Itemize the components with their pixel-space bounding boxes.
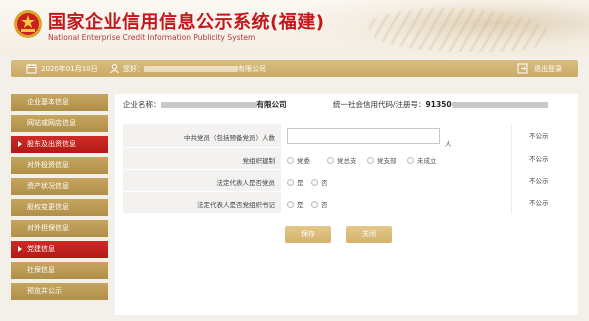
radio-yes[interactable]: 是 — [287, 199, 304, 209]
company-name: 企业名称： 有限公司 — [123, 99, 287, 110]
company-name-suffix: 有限公司 — [256, 100, 287, 109]
org-structure-label: 党组织建制 — [242, 157, 276, 165]
company-info-row: 企业名称： 有限公司 统一社会信用代码/注册号：91350 — [123, 99, 573, 113]
party-members-input[interactable] — [287, 128, 440, 144]
sidebar-nav: 企业基本信息 网站或网店信息 股东及出资信息 对外投资信息 资产状况信息 股权变… — [11, 94, 108, 304]
rep-party-secretary-label: 法定代表人是否党组织书记 — [197, 201, 275, 209]
radio-general-branch[interactable]: 党总支 — [327, 155, 357, 165]
greeting-prefix: 您好： — [123, 65, 144, 73]
masked-company — [160, 102, 257, 108]
logout-link[interactable]: 退出登录 — [534, 64, 562, 74]
radio-yes[interactable]: 是 — [287, 177, 304, 187]
arrow-right-icon — [18, 141, 22, 147]
visibility-status: 不公示 — [511, 192, 571, 214]
greeting-suffix: 有限公司 — [238, 65, 266, 73]
calendar-icon — [26, 64, 37, 74]
party-info-form: 中共党员（包括预备党员）人数 人 不公示 党组织建制 党委 党总支 党支部 未成… — [123, 124, 571, 214]
visibility-status: 不公示 — [511, 124, 571, 148]
party-members-label: 中共党员（包括预备党员）人数 — [184, 134, 275, 142]
main-panel: 企业名称： 有限公司 统一社会信用代码/注册号：91350 中共党员（包括预备党员… — [115, 94, 578, 315]
company-name-label: 企业名称： — [123, 100, 161, 109]
page: 国家企业信用信息公示系统(福建) National Enterprise Cre… — [0, 0, 589, 321]
radio-no[interactable]: 否 — [311, 177, 328, 187]
rep-party-member-label: 法定代表人是否党员 — [216, 179, 276, 187]
arrow-right-icon — [18, 246, 22, 252]
national-emblem-icon — [14, 10, 42, 38]
sidebar-item-investment-info[interactable]: 对外投资信息 — [11, 157, 108, 174]
sidebar-item-basic-info[interactable]: 企业基本信息 — [11, 94, 108, 111]
sidebar-item-party-info[interactable]: 党建信息 — [11, 241, 108, 258]
radio-branch[interactable]: 党支部 — [367, 155, 397, 165]
radio-no[interactable]: 否 — [311, 199, 328, 209]
credit-code: 统一社会信用代码/注册号：91350 — [333, 99, 548, 110]
form-row-org-structure: 党组织建制 党委 党总支 党支部 未成立 不公示 — [123, 148, 571, 170]
sidebar-item-asset-info[interactable]: 资产状况信息 — [11, 178, 108, 195]
sidebar-item-preview-publish[interactable]: 预览并公示 — [11, 283, 108, 300]
close-button[interactable]: 关闭 — [346, 226, 392, 243]
logout-icon[interactable] — [517, 63, 528, 74]
radio-party-committee[interactable]: 党委 — [287, 155, 310, 165]
site-title: 国家企业信用信息公示系统(福建) — [48, 12, 325, 33]
sidebar-item-social-security[interactable]: 社保信息 — [11, 262, 108, 279]
info-bar: 2020年01月10日 您好： 有限公司 退出登录 — [11, 60, 578, 77]
sidebar-item-shareholder-info[interactable]: 股东及出资信息 — [11, 136, 108, 153]
header: 国家企业信用信息公示系统(福建) National Enterprise Cre… — [0, 0, 589, 57]
sidebar-item-equity-change[interactable]: 股权变更信息 — [11, 199, 108, 216]
form-row-rep-party-member: 法定代表人是否党员 是 否 不公示 — [123, 170, 571, 192]
masked-code — [451, 102, 548, 108]
current-date: 2020年01月10日 — [41, 65, 98, 73]
user-icon — [110, 64, 119, 74]
sidebar-item-guarantee-info[interactable]: 对外担保信息 — [11, 220, 108, 237]
site-subtitle: National Enterprise Credit Information P… — [48, 33, 256, 42]
credit-code-prefix: 91350 — [425, 100, 452, 109]
visibility-status: 不公示 — [511, 170, 571, 192]
sidebar-item-website-info[interactable]: 网站或网店信息 — [11, 115, 108, 132]
credit-code-label: 统一社会信用代码/注册号： — [333, 100, 426, 109]
form-row-party-members: 中共党员（包括预备党员）人数 人 不公示 — [123, 124, 571, 148]
radio-not-established[interactable]: 未成立 — [407, 155, 437, 165]
masked-company-name — [144, 66, 238, 72]
visibility-status: 不公示 — [511, 148, 571, 170]
save-button[interactable]: 保存 — [285, 226, 331, 243]
greeting: 您好： 有限公司 — [123, 64, 266, 74]
form-row-rep-party-secretary: 法定代表人是否党组织书记 是 否 不公示 — [123, 192, 571, 214]
